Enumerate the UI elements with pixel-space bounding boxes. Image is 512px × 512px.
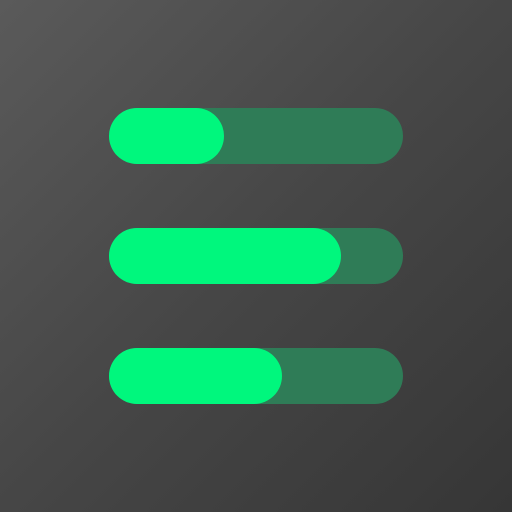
progress-bar-3 [109,348,403,404]
progress-fill-1 [109,108,224,164]
progress-bar-1 [109,108,403,164]
progress-bar-2 [109,228,403,284]
app-icon-canvas [0,0,512,512]
progress-fill-3 [109,348,282,404]
progress-fill-2 [109,228,341,284]
